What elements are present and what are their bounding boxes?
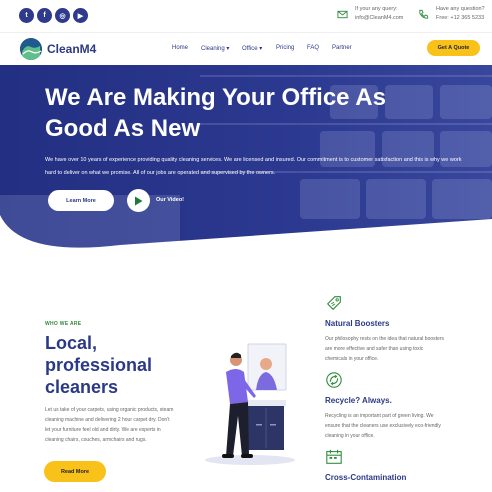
brand-logo[interactable]: CleanM4 bbox=[20, 38, 96, 60]
nav-item-label: Cleaning bbox=[201, 46, 225, 52]
feature-text: Our philosophy rests on the idea that na… bbox=[325, 336, 444, 362]
youtube-icon[interactable]: ▶ bbox=[73, 8, 88, 23]
phone-value[interactable]: Free: +12 365 5233 bbox=[436, 14, 485, 23]
nav-item-partner[interactable]: Partner bbox=[332, 45, 352, 51]
phone-label: Have any question? bbox=[436, 6, 485, 12]
logo-wave-icon bbox=[20, 38, 42, 60]
nav-item-faq[interactable]: FAQ bbox=[307, 45, 319, 51]
email-value[interactable]: info@CleanM4.com bbox=[355, 14, 403, 23]
twitter-icon[interactable]: t bbox=[19, 8, 34, 23]
instagram-icon[interactable]: ◎ bbox=[55, 8, 70, 23]
chevron-down-icon: ▾ bbox=[259, 46, 263, 52]
feature-title: Natural Boosters bbox=[325, 319, 390, 328]
email-label: If your any query: bbox=[355, 6, 398, 12]
hero-text: We have over 10 years of experience prov… bbox=[45, 157, 462, 176]
facebook-icon[interactable]: f bbox=[37, 8, 52, 23]
play-icon bbox=[135, 196, 143, 205]
calendar-icon bbox=[326, 449, 342, 464]
cleaner-illustration bbox=[205, 343, 295, 465]
nav-item-label: Office bbox=[242, 46, 258, 52]
feature-text: Recycling is an important part of green … bbox=[325, 413, 441, 439]
video-label[interactable]: Our Video! bbox=[156, 197, 184, 203]
nav-item-cleaning[interactable]: Cleaning ▾ bbox=[201, 45, 229, 52]
feature-title: Recycle? Always. bbox=[325, 396, 392, 405]
nav-item-home[interactable]: Home bbox=[172, 45, 188, 51]
feature-title: Cross-Contamination bbox=[325, 473, 407, 482]
mail-icon bbox=[337, 10, 348, 18]
brand-name: CleanM4 bbox=[47, 42, 97, 56]
learn-more-button[interactable]: Learn More bbox=[48, 190, 114, 211]
nav-item-office[interactable]: Office ▾ bbox=[242, 45, 262, 52]
email-contact[interactable]: If your any query: info@CleanM4.com bbox=[337, 5, 403, 23]
get-quote-button[interactable]: Get A Quote bbox=[427, 40, 480, 56]
nav-item-pricing[interactable]: Pricing bbox=[276, 45, 294, 51]
phone-icon bbox=[419, 9, 429, 19]
about-title: Local, professional cleaners bbox=[45, 333, 153, 397]
chevron-down-icon: ▾ bbox=[226, 46, 230, 52]
recycle-icon bbox=[326, 372, 342, 388]
phone-contact[interactable]: Have any question? Free: +12 365 5233 bbox=[418, 5, 485, 23]
read-more-button[interactable]: Read More bbox=[44, 461, 106, 482]
section-kicker: WHO WE ARE bbox=[45, 321, 82, 327]
hero-title: We Are Making Your Office As Good As New bbox=[45, 84, 386, 142]
play-video-button[interactable] bbox=[127, 189, 150, 212]
about-text: Let us take of your carpets, using organ… bbox=[45, 407, 174, 443]
tag-icon bbox=[326, 296, 341, 311]
